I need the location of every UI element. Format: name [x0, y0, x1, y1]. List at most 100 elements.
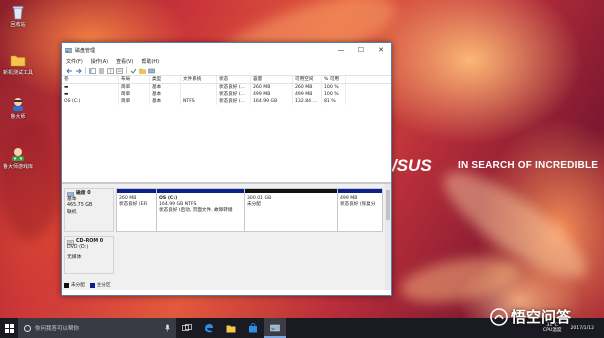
task-view-button[interactable] [176, 318, 198, 338]
column-header-type[interactable]: 类型 [150, 76, 181, 83]
column-header-layout[interactable]: 布局 [119, 76, 150, 83]
ludashi-icon [13, 98, 23, 111]
help-button[interactable]: ? [106, 67, 114, 74]
filesystem-cell: NTFS [181, 98, 217, 105]
disk-management-window[interactable]: 磁盘管理 — ☐ ✕ 文件(F) 操作(A) 查看(V) 帮助(H) ? 卷 布… [61, 42, 392, 296]
clock[interactable]: 2017/1/12 [570, 326, 594, 331]
status-cell: 状态良好 (... [217, 91, 251, 98]
file-explorer-button[interactable] [220, 318, 242, 338]
store-button[interactable] [242, 318, 264, 338]
checkmark-button[interactable] [129, 67, 137, 74]
desktop-icon-label: 回收站 [10, 22, 26, 28]
file-explorer-icon [226, 325, 236, 332]
forward-arrow-icon [75, 68, 82, 73]
disk-0-label[interactable]: 磁盘 0 基本 465.75 GB 联机 [64, 188, 114, 232]
details-icon [98, 68, 104, 73]
properties-icon [115, 67, 123, 74]
disk-management-taskbar-button[interactable] [264, 318, 286, 338]
partition-recovery[interactable]: 499 MB 状态良好 (恢复分 [338, 189, 382, 231]
table-row[interactable]: OS (C:) 简单 基本 NTFS 状态良好 (... 164.99 GB 1… [62, 98, 391, 105]
partition-status: 状态良好 (EFI [119, 202, 148, 207]
filesystem-cell [181, 84, 217, 91]
status-cell: 状态良好 (... [217, 84, 251, 91]
cdrom-0-label[interactable]: CD-ROM 0 DVD (D:) 无媒体 [64, 236, 114, 274]
ludashi-game-icon [12, 148, 24, 161]
disk-status: 无媒体 [67, 255, 82, 261]
edge-button[interactable] [198, 318, 220, 338]
taskbar-search-box[interactable]: 你问我答可以帮你 [18, 318, 176, 338]
close-button[interactable]: ✕ [371, 43, 391, 57]
task-view-icon [182, 324, 192, 331]
layout-cell: 简单 [119, 84, 150, 91]
column-header-filesystem[interactable]: 文件系统 [181, 76, 217, 83]
column-header-free-space[interactable]: 可用空间 [293, 76, 322, 83]
disk-0-partitions: 260 MB 状态良好 (EFI OS (C:) 164.99 GB NTFS … [116, 188, 383, 232]
disk-icon [147, 68, 155, 73]
volume-cell: ▬ [62, 84, 119, 91]
forward-button[interactable] [74, 67, 82, 74]
column-header-capacity[interactable]: 容量 [251, 76, 293, 83]
cortana-icon [24, 324, 31, 332]
table-row[interactable]: ▬ 简单 基本 状态良好 (... 260 MB 260 MB 100 % [62, 84, 391, 91]
menu-help[interactable]: 帮助(H) [141, 58, 159, 65]
free-space-cell: 499 MB [293, 91, 322, 98]
table-row[interactable]: ▬ 简单 基本 状态良好 (... 499 MB 499 MB 100 % [62, 91, 391, 98]
vertical-scrollbar[interactable] [385, 184, 391, 290]
console-tree-icon [88, 67, 96, 74]
toolbar-separator [126, 67, 127, 74]
desktop-icon-test-tools[interactable]: 新机测试工具 [2, 52, 34, 76]
cpu-temp-label: CPU温度 [542, 328, 562, 333]
volume-list-header: 卷 布局 类型 文件系统 状态 容量 可用空间 % 可用 [62, 76, 391, 84]
legend-swatch [89, 282, 95, 288]
properties-button[interactable] [115, 67, 123, 74]
volume-cell: ▬ [62, 91, 119, 98]
wukong-logo-icon [490, 307, 508, 326]
microphone-icon[interactable] [165, 324, 170, 332]
column-header-volume[interactable]: 卷 [62, 76, 119, 83]
legend-item-primary: 主分区 [89, 282, 111, 288]
partition-status: 未分配 [247, 202, 261, 207]
menu-action[interactable]: 操作(A) [91, 58, 108, 65]
menu-view[interactable]: 查看(V) [116, 58, 133, 65]
toolbar-separator [85, 67, 86, 74]
disk-row-cdrom: CD-ROM 0 DVD (D:) 无媒体 [64, 236, 383, 274]
volume-list: 卷 布局 类型 文件系统 状态 容量 可用空间 % 可用 ▬ 简单 基本 状态良… [62, 76, 391, 184]
desktop-icon-recycle-bin[interactable]: 回收站 [2, 4, 34, 28]
layout-cell: 简单 [119, 91, 150, 98]
column-header-status[interactable]: 状态 [217, 76, 251, 83]
folder-icon [10, 55, 26, 67]
window-titlebar[interactable]: 磁盘管理 — ☐ ✕ [62, 43, 391, 57]
watermark: 悟空问答 [490, 306, 571, 327]
legend-label: 未分配 [71, 283, 85, 288]
maximize-button[interactable]: ☐ [351, 43, 371, 57]
console-tree-button[interactable] [88, 67, 96, 74]
cdrom-0-partitions [116, 236, 383, 274]
back-button[interactable] [65, 67, 73, 74]
start-button[interactable] [0, 318, 18, 338]
folder-button[interactable] [138, 67, 146, 74]
clock-date: 2017/1/12 [570, 325, 594, 331]
primary-partition-strip [157, 189, 244, 193]
partition-unallocated[interactable]: 300.01 GB 未分配 [245, 189, 338, 231]
scrollbar-thumb[interactable] [386, 190, 390, 220]
volume-cell: OS (C:) [62, 98, 119, 105]
windows-logo-icon [4, 323, 14, 333]
desktop-icon-ludashi[interactable]: 鲁大师 [2, 96, 34, 120]
column-header-percent-free[interactable]: % 可用 [322, 76, 346, 83]
cd-drive-icon [67, 239, 74, 245]
menu-file[interactable]: 文件(F) [66, 58, 83, 65]
desktop-icon-ludashi-games[interactable]: 鲁大师游戏库 [2, 146, 34, 170]
partition-os-c[interactable]: OS (C:) 164.99 GB NTFS 状态良好 (启动, 页面文件, 故… [157, 189, 245, 231]
partition-efi[interactable]: 260 MB 状态良好 (EFI [117, 189, 157, 231]
capacity-cell: 164.99 GB [251, 98, 293, 105]
desktop-icon-label: 鲁大师 [10, 114, 26, 120]
disk-button[interactable] [147, 67, 155, 74]
minimize-button[interactable]: — [331, 43, 351, 57]
primary-partition-strip [117, 189, 156, 193]
details-button[interactable] [97, 67, 105, 74]
desktop-icon-label: 鲁大师游戏库 [2, 164, 33, 170]
type-cell: 基本 [150, 84, 181, 91]
primary-partition-strip [338, 189, 382, 193]
status-cell: 状态良好 (... [217, 98, 251, 105]
disk-name: 磁盘 0 [76, 191, 91, 196]
